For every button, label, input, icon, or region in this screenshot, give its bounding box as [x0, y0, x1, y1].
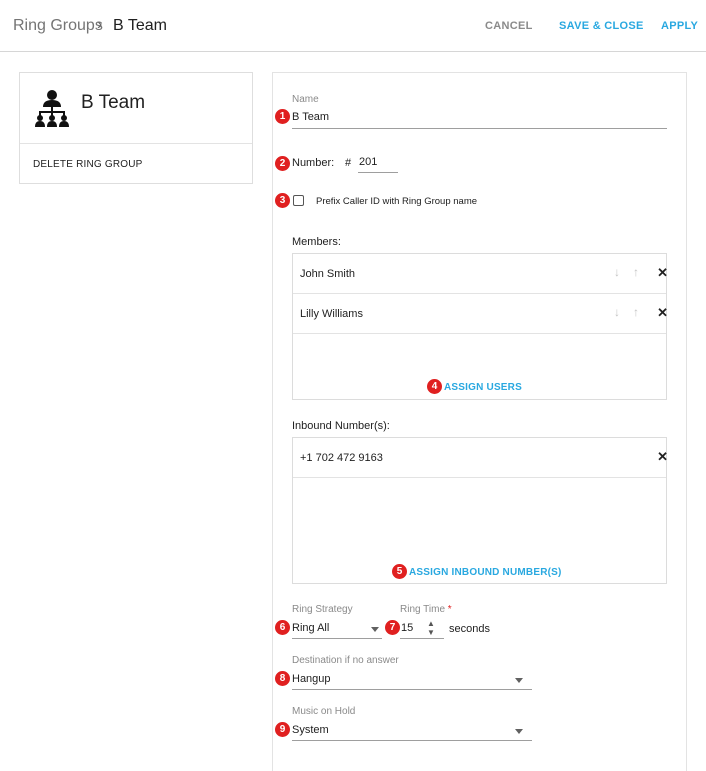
ring-strategy-select[interactable]: Ring All: [292, 622, 329, 634]
move-down-icon[interactable]: ↓: [614, 305, 620, 319]
name-field[interactable]: B Team: [292, 111, 329, 123]
move-up-icon[interactable]: ↑: [633, 265, 639, 279]
ring-strategy-underline: [292, 638, 382, 639]
ring-time-increment-icon[interactable]: ▲: [427, 620, 435, 628]
member-name: Lilly Williams: [300, 308, 363, 320]
music-on-hold-chevron-down-icon[interactable]: [515, 729, 523, 734]
top-bar: Ring Groups › B Team CANCEL SAVE & CLOSE…: [0, 0, 706, 52]
cancel-button[interactable]: CANCEL: [485, 20, 533, 32]
destination-label: Destination if no answer: [292, 655, 399, 666]
badge-2: 2: [275, 156, 290, 171]
number-field-underline: [358, 172, 398, 173]
assign-inbound-numbers-button[interactable]: ASSIGN INBOUND NUMBER(S): [409, 567, 562, 578]
ring-time-label: Ring Time *: [400, 604, 452, 615]
delete-ring-group-button[interactable]: DELETE RING GROUP: [33, 159, 143, 170]
breadcrumb-ring-groups[interactable]: Ring Groups: [13, 17, 103, 35]
inbound-number: +1 702 472 9163: [300, 452, 383, 464]
badge-8: 8: [275, 671, 290, 686]
save-close-button[interactable]: SAVE & CLOSE: [559, 20, 644, 32]
move-up-icon[interactable]: ↑: [633, 305, 639, 319]
number-field[interactable]: 201: [359, 156, 377, 168]
ring-time-decrement-icon[interactable]: ▼: [427, 629, 435, 637]
breadcrumb-chevron-icon: ›: [97, 16, 103, 33]
ring-group-summary-card: B Team DELETE RING GROUP: [19, 72, 253, 184]
breadcrumb-current: B Team: [113, 17, 167, 34]
badge-6: 6: [275, 620, 290, 635]
badge-7: 7: [385, 620, 400, 635]
badge-4: 4: [427, 379, 442, 394]
inbound-numbers-label: Inbound Number(s):: [292, 420, 390, 432]
destination-underline: [292, 689, 532, 690]
badge-5: 5: [392, 564, 407, 579]
number-label: Number:: [292, 157, 335, 169]
destination-select[interactable]: Hangup: [292, 673, 331, 685]
prefix-caller-id-checkbox[interactable]: [293, 195, 304, 206]
prefix-caller-id-label: Prefix Caller ID with Ring Group name: [316, 196, 478, 207]
ring-group-title: B Team: [81, 92, 146, 113]
ring-time-unit: seconds: [449, 623, 490, 635]
number-hash: #: [345, 157, 352, 169]
remove-member-icon[interactable]: ✕: [657, 265, 668, 281]
move-down-icon[interactable]: ↓: [614, 265, 620, 279]
music-on-hold-select[interactable]: System: [292, 724, 329, 736]
ring-group-org-icon: [34, 89, 70, 129]
remove-member-icon[interactable]: ✕: [657, 305, 668, 321]
name-label: Name: [292, 94, 319, 105]
name-field-underline: [292, 128, 667, 129]
ring-time-input[interactable]: 15: [401, 622, 413, 634]
badge-9: 9: [275, 722, 290, 737]
badge-1: 1: [275, 109, 290, 124]
members-label: Members:: [292, 236, 341, 248]
ring-time-underline: [400, 638, 444, 639]
destination-chevron-down-icon[interactable]: [515, 678, 523, 683]
assign-users-button[interactable]: ASSIGN USERS: [444, 382, 522, 393]
remove-inbound-number-icon[interactable]: ✕: [657, 449, 668, 465]
badge-3: 3: [275, 193, 290, 208]
member-row: Lilly Williams ↓ ↑ ✕: [293, 294, 668, 334]
ring-strategy-label: Ring Strategy: [292, 604, 353, 615]
music-on-hold-underline: [292, 740, 532, 741]
inbound-numbers-list: +1 702 472 9163 ✕: [292, 437, 668, 584]
members-list: John Smith ↓ ↑ ✕ Lilly Williams ↓ ↑ ✕: [292, 253, 668, 400]
card-divider: [20, 143, 252, 144]
ring-strategy-chevron-down-icon[interactable]: [371, 627, 379, 632]
music-on-hold-label: Music on Hold: [292, 706, 356, 717]
member-row: John Smith ↓ ↑ ✕: [293, 254, 668, 294]
apply-button[interactable]: APPLY: [661, 20, 698, 32]
member-name: John Smith: [300, 268, 356, 280]
inbound-number-row: +1 702 472 9163 ✕: [293, 438, 668, 478]
